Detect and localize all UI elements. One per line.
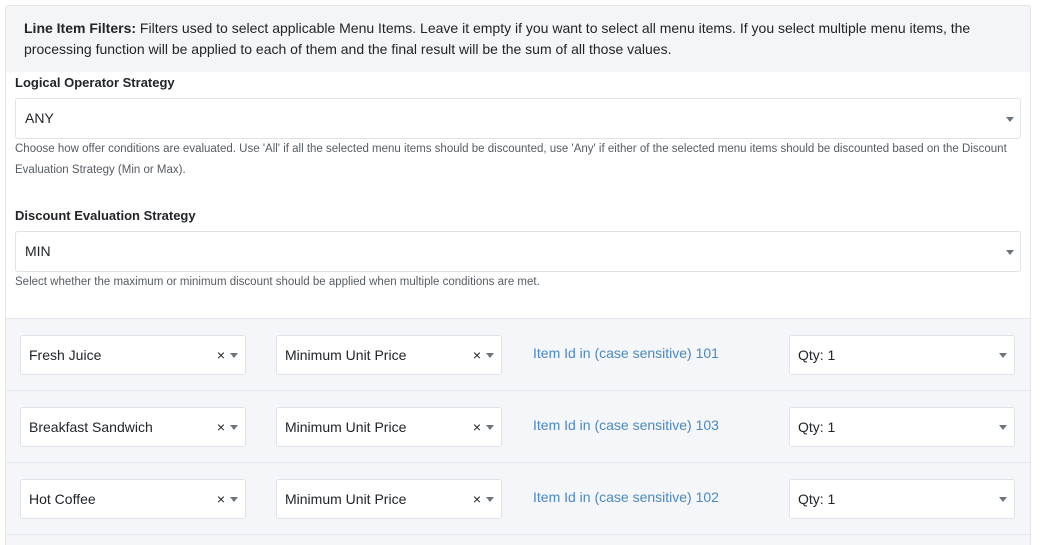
- chevron-down-icon: [999, 497, 1007, 502]
- chevron-down-icon: [1006, 250, 1014, 255]
- chevron-down-icon: [230, 497, 238, 502]
- info-text: Filters used to select applicable Menu I…: [24, 20, 971, 57]
- quantity-select[interactable]: Qty: 1: [789, 479, 1015, 519]
- filter-row: Fresh Juice × Minimum Unit Price × Item …: [6, 318, 1030, 390]
- chevron-down-icon: [486, 425, 494, 430]
- discount-strategy-select[interactable]: MIN: [15, 231, 1021, 272]
- item-id-condition-link[interactable]: Item Id in (case sensitive) 101: [533, 345, 719, 361]
- chevron-down-icon: [1006, 117, 1014, 122]
- filter-row: Hot Coffee × Minimum Unit Price × Item I…: [6, 462, 1030, 534]
- logical-operator-select[interactable]: ANY: [15, 98, 1021, 139]
- chevron-down-icon: [230, 425, 238, 430]
- filter-row-partial: [6, 534, 1030, 545]
- chevron-down-icon: [999, 353, 1007, 358]
- item-id-condition-link[interactable]: Item Id in (case sensitive) 102: [533, 489, 719, 505]
- function-value: Minimum Unit Price: [285, 347, 407, 363]
- clear-icon[interactable]: ×: [473, 480, 481, 518]
- menu-item-value: Fresh Juice: [29, 347, 102, 363]
- menu-item-value: Breakfast Sandwich: [29, 419, 153, 435]
- discount-strategy-label: Discount Evaluation Strategy: [15, 208, 196, 223]
- info-title: Line Item Filters:: [24, 20, 137, 36]
- info-banner: Line Item Filters: Filters used to selec…: [6, 6, 1030, 72]
- function-select[interactable]: Minimum Unit Price ×: [276, 335, 502, 375]
- clear-icon[interactable]: ×: [473, 408, 481, 446]
- quantity-value: Qty: 1: [798, 491, 836, 507]
- logical-operator-help: Choose how offer conditions are evaluate…: [15, 143, 1007, 176]
- line-item-filters-panel: Line Item Filters: Filters used to selec…: [5, 5, 1031, 545]
- menu-item-select[interactable]: Breakfast Sandwich ×: [20, 407, 246, 447]
- clear-icon[interactable]: ×: [217, 336, 225, 374]
- function-select[interactable]: Minimum Unit Price ×: [276, 407, 502, 447]
- chevron-down-icon: [486, 353, 494, 358]
- clear-icon[interactable]: ×: [217, 480, 225, 518]
- function-select[interactable]: Minimum Unit Price ×: [276, 479, 502, 519]
- filter-row: Breakfast Sandwich × Minimum Unit Price …: [6, 390, 1030, 462]
- clear-icon[interactable]: ×: [473, 336, 481, 374]
- quantity-select[interactable]: Qty: 1: [789, 407, 1015, 447]
- chevron-down-icon: [486, 497, 494, 502]
- logical-operator-label: Logical Operator Strategy: [15, 75, 175, 90]
- quantity-value: Qty: 1: [798, 419, 836, 435]
- menu-item-select[interactable]: Hot Coffee ×: [20, 479, 246, 519]
- discount-strategy-help: Select whether the maximum or minimum di…: [15, 276, 540, 288]
- chevron-down-icon: [230, 353, 238, 358]
- quantity-select[interactable]: Qty: 1: [789, 335, 1015, 375]
- function-value: Minimum Unit Price: [285, 491, 407, 507]
- clear-icon[interactable]: ×: [217, 408, 225, 446]
- function-value: Minimum Unit Price: [285, 419, 407, 435]
- discount-strategy-value: MIN: [25, 243, 51, 259]
- menu-item-value: Hot Coffee: [29, 491, 96, 507]
- menu-item-select[interactable]: Fresh Juice ×: [20, 335, 246, 375]
- item-id-condition-link[interactable]: Item Id in (case sensitive) 103: [533, 417, 719, 433]
- logical-operator-value: ANY: [25, 110, 54, 126]
- chevron-down-icon: [999, 425, 1007, 430]
- quantity-value: Qty: 1: [798, 347, 836, 363]
